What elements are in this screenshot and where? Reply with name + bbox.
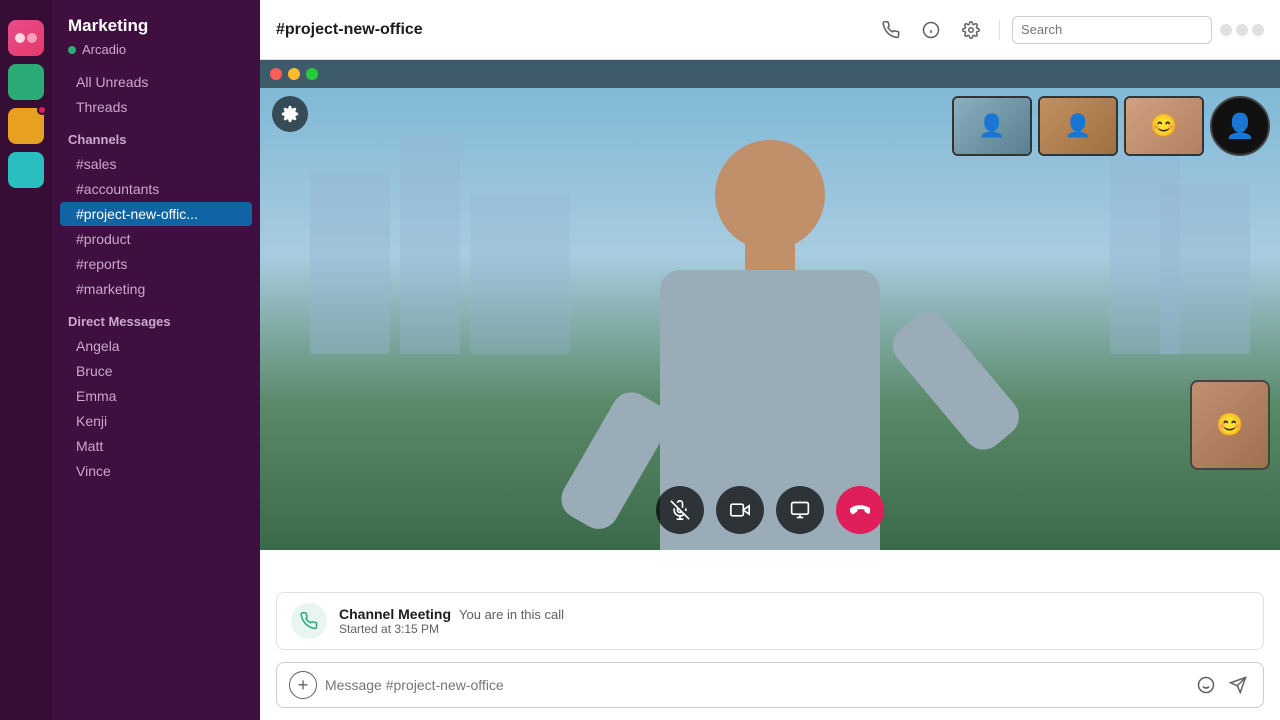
dm-bruce-label: Bruce bbox=[76, 363, 113, 379]
sidebar-item-product[interactable]: #product bbox=[60, 227, 252, 251]
message-right-icons bbox=[1193, 672, 1251, 698]
mute-button[interactable] bbox=[656, 486, 704, 534]
workspace-avatar-2[interactable] bbox=[8, 64, 44, 100]
notification-badge bbox=[37, 105, 47, 115]
video-toggle-button[interactable] bbox=[716, 486, 764, 534]
end-call-button[interactable] bbox=[836, 486, 884, 534]
sidebar-item-dm-angela[interactable]: Angela bbox=[60, 334, 252, 358]
phone-icon-btn[interactable] bbox=[875, 14, 907, 46]
video-settings-button[interactable] bbox=[272, 96, 308, 132]
sidebar-item-reports[interactable]: #reports bbox=[60, 252, 252, 276]
dot-1 bbox=[1220, 24, 1232, 36]
channel-product-label: #product bbox=[76, 231, 130, 247]
dot-3 bbox=[1252, 24, 1264, 36]
header-icons bbox=[875, 14, 1264, 46]
message-input-bar: + bbox=[276, 662, 1264, 708]
workspace-avatar-main[interactable] bbox=[8, 20, 44, 56]
threads-label: Threads bbox=[76, 99, 127, 115]
main-content: #project-new-office bbox=[260, 0, 1280, 720]
username: Arcadio bbox=[82, 42, 126, 57]
video-title-bar bbox=[260, 60, 1280, 88]
workspace-switcher bbox=[0, 0, 52, 720]
channel-title: #project-new-office bbox=[276, 21, 865, 39]
meeting-you-in-call: You are in this call bbox=[459, 607, 564, 622]
user-status: Arcadio bbox=[52, 40, 260, 69]
channel-bottom-area: Channel Meeting You are in this call Sta… bbox=[260, 584, 1280, 720]
workspace-name: Marketing bbox=[52, 0, 260, 40]
sidebar-item-threads[interactable]: Threads bbox=[60, 95, 252, 119]
attach-button[interactable]: + bbox=[289, 671, 317, 699]
emoji-button[interactable] bbox=[1193, 672, 1219, 698]
sidebar-item-dm-kenji[interactable]: Kenji bbox=[60, 409, 252, 433]
channels-section-label: Channels bbox=[52, 120, 260, 151]
call-controls bbox=[656, 486, 884, 534]
sidebar-item-dm-bruce[interactable]: Bruce bbox=[60, 359, 252, 383]
thumbnail-participant-2: 👤 bbox=[1038, 96, 1118, 156]
channel-marketing-label: #marketing bbox=[76, 281, 145, 297]
dm-kenji-label: Kenji bbox=[76, 413, 107, 429]
dm-matt-label: Matt bbox=[76, 438, 103, 454]
meeting-title: Channel Meeting bbox=[339, 606, 451, 622]
person-head bbox=[715, 140, 825, 250]
thumbnail-participant-3: 😊 bbox=[1124, 96, 1204, 156]
dm-emma-label: Emma bbox=[76, 388, 116, 404]
sidebar-item-sales[interactable]: #sales bbox=[60, 152, 252, 176]
channel-search-input[interactable] bbox=[1012, 16, 1212, 44]
message-input[interactable] bbox=[325, 677, 1185, 693]
video-main-area: 👤 👤 😊 👤 😊 bbox=[260, 60, 1280, 550]
traffic-light-red[interactable] bbox=[270, 68, 282, 80]
sidebar: Marketing Arcadio All Unreads Threads Ch… bbox=[52, 0, 260, 720]
dm-section-label: Direct Messages bbox=[52, 302, 260, 333]
dm-vince-label: Vince bbox=[76, 463, 111, 479]
sidebar-item-dm-emma[interactable]: Emma bbox=[60, 384, 252, 408]
channel-accountants-label: #accountants bbox=[76, 181, 159, 197]
sidebar-item-dm-vince[interactable]: Vince bbox=[60, 459, 252, 483]
person-neck bbox=[745, 240, 795, 270]
settings-icon-btn[interactable] bbox=[955, 14, 987, 46]
sidebar-item-project-new-office[interactable]: #project-new-offic... bbox=[60, 202, 252, 226]
dm-angela-label: Angela bbox=[76, 338, 120, 354]
channel-reports-label: #reports bbox=[76, 256, 127, 272]
traffic-light-yellow[interactable] bbox=[288, 68, 300, 80]
channel-project-label: #project-new-offic... bbox=[76, 206, 198, 222]
thumbnail-participant-dark: 👤 bbox=[1210, 96, 1270, 156]
send-button[interactable] bbox=[1225, 672, 1251, 698]
status-indicator bbox=[68, 46, 76, 54]
thumbnail-participant-1: 👤 bbox=[952, 96, 1032, 156]
sidebar-item-dm-matt[interactable]: Matt bbox=[60, 434, 252, 458]
thumbnail-self: 😊 bbox=[1190, 380, 1270, 470]
meeting-time: Started at 3:15 PM bbox=[339, 622, 1249, 636]
meeting-icon bbox=[291, 603, 327, 639]
info-icon-btn[interactable] bbox=[915, 14, 947, 46]
workspace-avatar-4[interactable] bbox=[8, 152, 44, 188]
traffic-light-green[interactable] bbox=[306, 68, 318, 80]
channel-header: #project-new-office bbox=[260, 0, 1280, 60]
meeting-notification: Channel Meeting You are in this call Sta… bbox=[276, 592, 1264, 650]
channel-sales-label: #sales bbox=[76, 156, 116, 172]
participant-thumbnails: 👤 👤 😊 👤 bbox=[952, 96, 1270, 156]
sidebar-item-marketing[interactable]: #marketing bbox=[60, 277, 252, 301]
video-call-overlay: 👤 👤 😊 👤 😊 bbox=[260, 60, 1280, 550]
sidebar-item-accountants[interactable]: #accountants bbox=[60, 177, 252, 201]
screen-share-button[interactable] bbox=[776, 486, 824, 534]
all-unreads-label: All Unreads bbox=[76, 74, 148, 90]
dot-2 bbox=[1236, 24, 1248, 36]
meeting-text: Channel Meeting You are in this call Sta… bbox=[339, 606, 1249, 636]
sidebar-item-all-unreads[interactable]: All Unreads bbox=[60, 70, 252, 94]
